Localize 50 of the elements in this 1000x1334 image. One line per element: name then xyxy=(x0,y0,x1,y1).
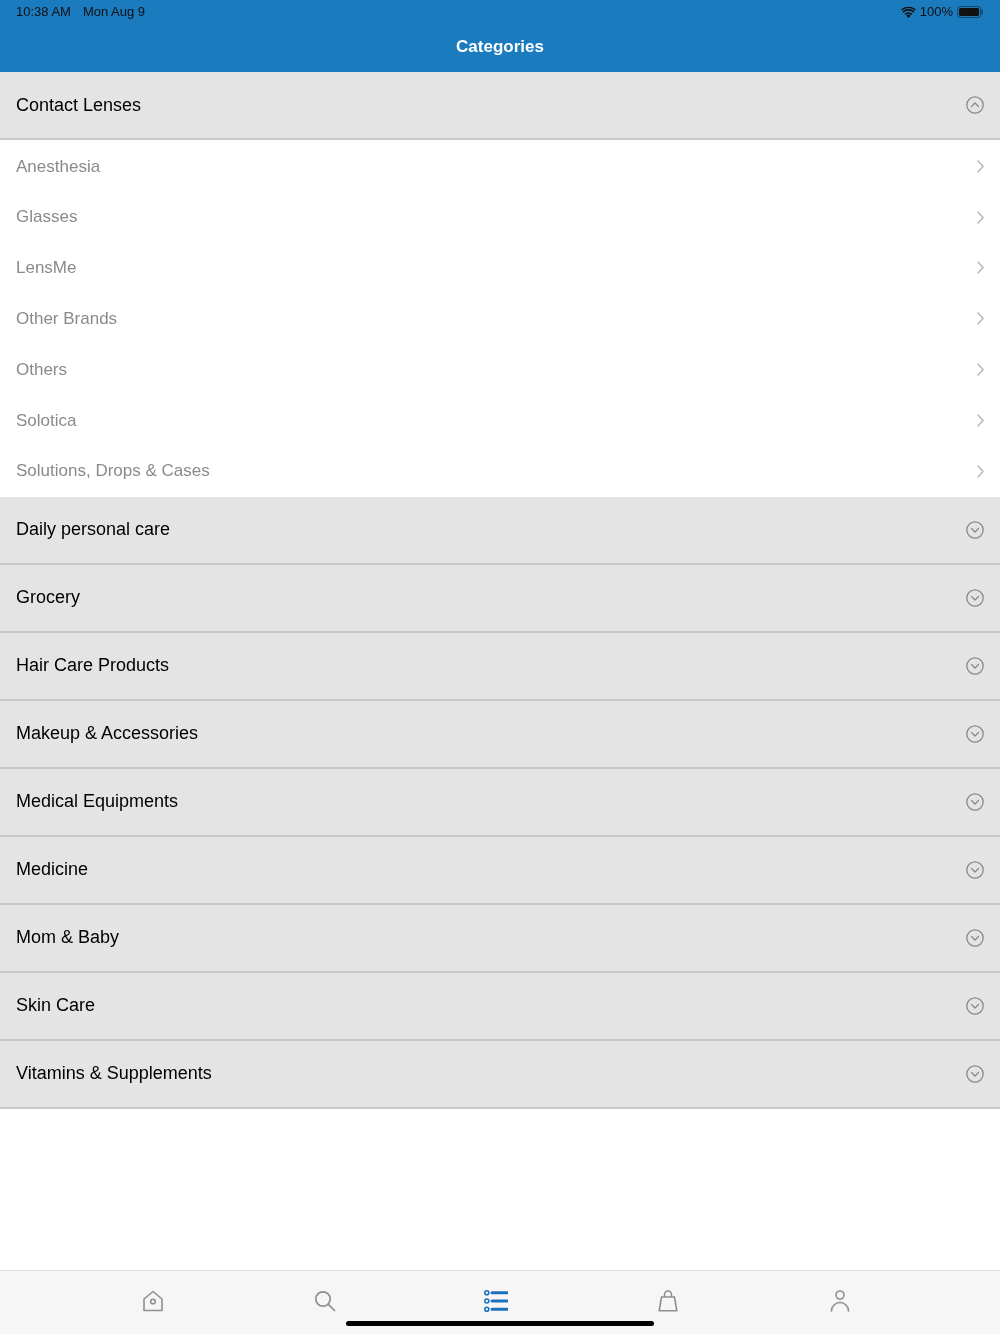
category-header[interactable]: Skin Care xyxy=(0,972,1000,1041)
chevron-right-icon xyxy=(977,413,984,427)
home-icon[interactable] xyxy=(141,1290,164,1312)
subcategory-label: Solutions, Drops & Cases xyxy=(16,460,210,483)
category-title: Contact Lenses xyxy=(16,93,142,117)
category-header[interactable]: Medical Equipments xyxy=(0,768,1000,837)
subcategory-label: Solotica xyxy=(16,409,77,432)
subcategory-item[interactable]: LensMe xyxy=(0,242,1000,294)
category-header[interactable]: Vitamins & Supplements xyxy=(0,1040,1000,1109)
chevron-right-icon xyxy=(977,312,984,326)
category-title: Vitamins & Supplements xyxy=(16,1062,212,1086)
category-header[interactable]: Daily personal care xyxy=(0,496,1000,565)
chevron-right-icon xyxy=(977,363,984,377)
category-title: Hair Care Products xyxy=(16,654,170,678)
subcategory-label: Anesthesia xyxy=(16,155,101,178)
category-title: Grocery xyxy=(16,586,80,610)
category-title: Mom & Baby xyxy=(16,926,120,950)
subcategory-label: LensMe xyxy=(16,257,77,280)
category-header[interactable]: Contact Lenses xyxy=(0,72,1000,140)
profile-icon[interactable] xyxy=(830,1290,851,1312)
battery-icon xyxy=(957,6,984,18)
category-title: Skin Care xyxy=(16,994,96,1018)
category-header[interactable]: Hair Care Products xyxy=(0,632,1000,701)
shopping-bag-icon[interactable] xyxy=(658,1290,679,1312)
category-header[interactable]: Grocery xyxy=(0,564,1000,633)
category-header[interactable]: Makeup & Accessories xyxy=(0,700,1000,769)
page-title: Categories xyxy=(456,35,544,58)
category-title: Makeup & Accessories xyxy=(16,722,199,746)
subcategory-label: Glasses xyxy=(16,206,78,229)
wifi-icon xyxy=(900,6,916,18)
search-icon[interactable] xyxy=(313,1290,336,1312)
chevron-right-icon xyxy=(977,464,984,478)
category-header[interactable]: Mom & Baby xyxy=(0,904,1000,973)
subcategory-item[interactable]: Solutions, Drops & Cases xyxy=(0,445,1000,497)
list-icon[interactable] xyxy=(484,1290,509,1312)
category-title: Medicine xyxy=(16,858,89,882)
battery-percentage: 100% xyxy=(919,3,953,22)
subcategory-label: Other Brands xyxy=(16,308,118,331)
category-header[interactable]: Medicine xyxy=(0,836,1000,905)
chevron-right-icon xyxy=(977,261,984,275)
subcategory-item[interactable]: Anesthesia xyxy=(0,141,1000,192)
chevron-right-icon xyxy=(977,159,984,173)
status-time: 10:38 AM xyxy=(16,3,71,22)
category-title: Medical Equipments xyxy=(16,790,179,814)
subcategory-item[interactable]: Glasses xyxy=(0,191,1000,243)
subcategory-item[interactable]: Solotica xyxy=(0,395,1000,446)
status-date: Mon Aug 9 xyxy=(82,3,146,22)
chevron-right-icon xyxy=(977,210,984,224)
subcategory-label: Others xyxy=(16,358,68,381)
category-title: Daily personal care xyxy=(16,518,171,542)
